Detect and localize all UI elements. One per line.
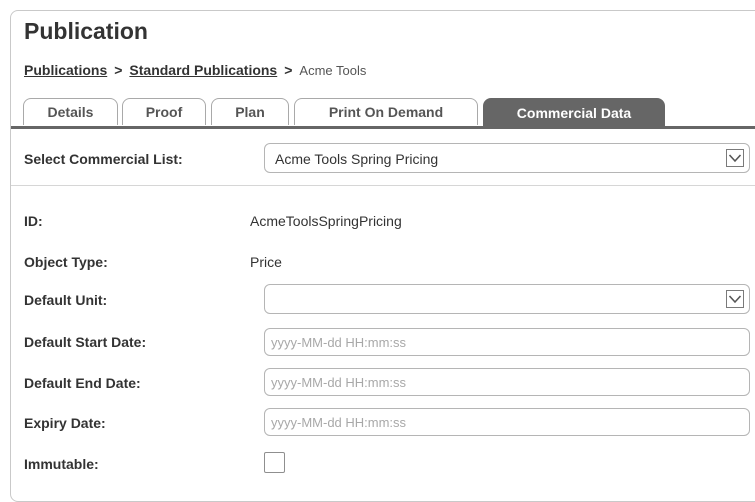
id-value: AcmeToolsSpringPricing [250, 213, 402, 229]
default-start-date-label: Default Start Date: [24, 334, 147, 350]
tab-plan[interactable]: Plan [211, 98, 289, 125]
default-unit-label: Default Unit: [24, 292, 108, 308]
breadcrumb-link-publications[interactable]: Publications [24, 62, 107, 78]
immutable-checkbox[interactable] [264, 452, 285, 473]
breadcrumb: Publications > Standard Publications > Acme … [24, 62, 366, 78]
object-type-value: Price [250, 254, 282, 270]
object-type-label: Object Type: [24, 254, 108, 270]
commercial-list-value: Acme Tools Spring Pricing [275, 151, 439, 167]
default-unit-select[interactable] [264, 284, 750, 314]
default-end-date-input[interactable] [264, 368, 750, 396]
tab-proof[interactable]: Proof [122, 98, 206, 125]
immutable-label: Immutable: [24, 456, 99, 472]
expiry-date-input[interactable] [264, 408, 750, 436]
tab-details[interactable]: Details [23, 98, 118, 125]
default-start-date-input[interactable] [264, 328, 750, 356]
default-end-date-label: Default End Date: [24, 375, 141, 391]
section-divider [11, 185, 755, 186]
tab-commercial-data[interactable]: Commercial Data [483, 98, 665, 127]
commercial-list-label: Select Commercial List: [24, 151, 183, 167]
tab-underline [11, 126, 755, 129]
expiry-date-label: Expiry Date: [24, 415, 106, 431]
tab-print-on-demand[interactable]: Print On Demand [294, 98, 478, 125]
page-title: Publication [24, 18, 148, 44]
breadcrumb-separator: > [284, 62, 293, 78]
breadcrumb-separator: > [114, 62, 123, 78]
id-label: ID: [24, 213, 43, 229]
chevron-down-icon[interactable] [726, 149, 744, 167]
breadcrumb-current: Acme Tools [299, 63, 367, 78]
breadcrumb-link-standard-publications[interactable]: Standard Publications [129, 62, 277, 78]
chevron-down-icon[interactable] [726, 290, 744, 308]
commercial-list-select[interactable]: Acme Tools Spring Pricing [264, 143, 750, 173]
